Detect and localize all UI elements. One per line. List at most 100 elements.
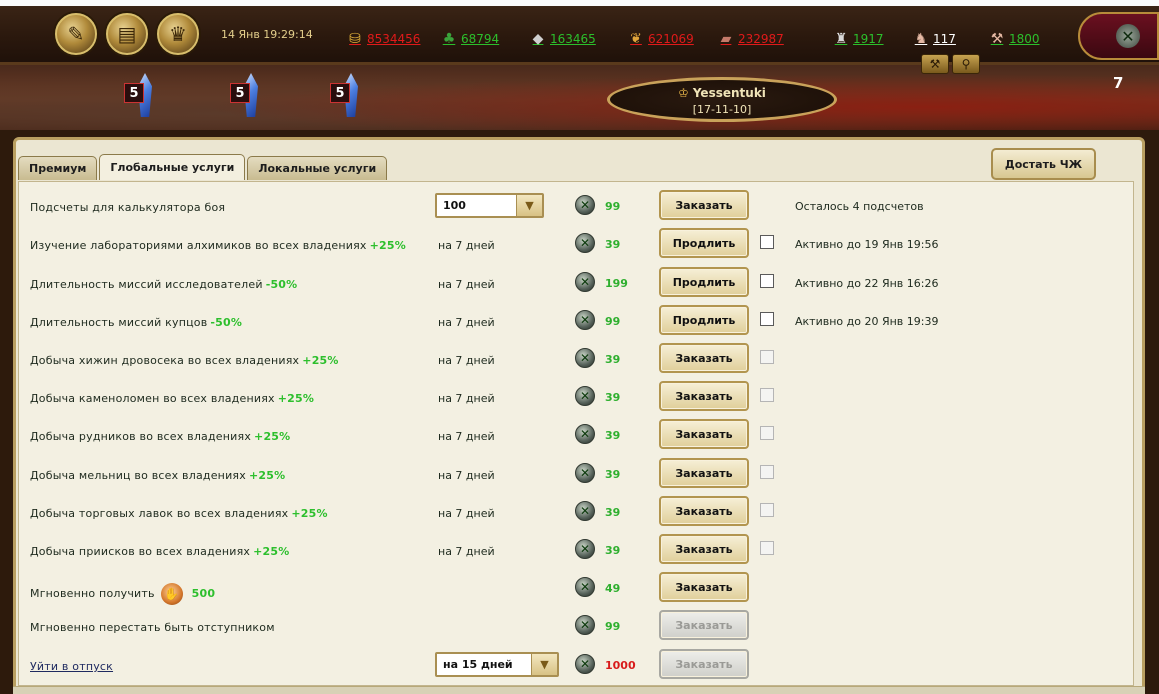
auto-renew-checkbox <box>760 465 774 479</box>
service-name: Добыча хижин дровосека во всех владениях <box>30 354 300 367</box>
service-cost: 39 <box>605 544 621 557</box>
extend-button[interactable]: Продлить <box>659 305 749 335</box>
hammer-button[interactable]: ⚒ <box>921 54 949 74</box>
auto-renew-checkbox[interactable] <box>760 312 774 326</box>
service-row: Добыча каменоломен во всех владениях +25%… <box>0 376 1159 414</box>
gem-icon: ✕ <box>575 501 595 521</box>
service-cost: 99 <box>605 315 621 328</box>
service-label: Длительность миссий купцов -50% <box>30 316 242 329</box>
auto-renew-checkbox <box>760 388 774 402</box>
order-button[interactable]: Заказать <box>659 534 749 564</box>
service-cost: 49 <box>605 582 621 595</box>
realm-coords: [17-11-10] <box>692 103 752 116</box>
tool-buttons: ⚒ ⚲ <box>921 54 980 74</box>
service-row: Уйти в отпуск на 15 дней ▼ ✕ 1000 Заказать <box>0 644 1159 682</box>
server-datetime: 14 Янв 19:29:14 <box>221 28 313 41</box>
quill-menu-button[interactable]: ✎ <box>55 13 97 55</box>
service-row: Изучение лабораториями алхимиков во всех… <box>0 223 1159 261</box>
order-button[interactable]: Заказать <box>659 419 749 449</box>
trophy-menu-button[interactable]: ♛ <box>157 13 199 55</box>
resource-grain[interactable]: ❦ 621069 <box>627 30 694 48</box>
service-name: Изучение лабораториями алхимиков во всех… <box>30 239 367 252</box>
auto-renew-checkbox <box>760 503 774 517</box>
resource-workers[interactable]: ⚒ 1800 <box>988 30 1040 48</box>
service-name: Мгновенно получить <box>30 587 155 600</box>
order-button[interactable]: Заказать <box>659 458 749 488</box>
realm-scene: 5 5 5 <box>0 65 1159 135</box>
order-button: Заказать <box>659 610 749 640</box>
service-period: на 7 дней <box>438 469 495 482</box>
service-name: Длительность миссий купцов <box>30 316 208 329</box>
chevron-down-icon[interactable]: ▼ <box>516 195 542 216</box>
scroll-icon: ▤ <box>117 22 137 46</box>
auto-renew-checkbox[interactable] <box>760 274 774 288</box>
service-bonus: -50% <box>265 278 298 291</box>
service-status: Активно до 22 Янв 16:26 <box>795 277 939 290</box>
service-label: Добыча каменоломен во всех владениях +25% <box>30 392 314 405</box>
gold-hand-icon: ✋ <box>160 583 183 605</box>
order-button[interactable]: Заказать <box>659 190 749 220</box>
service-row: Мгновенно перестать быть отступником ✕ 99 З… <box>0 605 1159 643</box>
resource-heroes[interactable]: ♞ 117 <box>912 30 956 48</box>
shovel-icon: ⚲ <box>961 57 971 71</box>
resource-gold[interactable]: ⛁ 8534456 <box>346 30 420 48</box>
service-bonus: +25% <box>253 545 290 558</box>
soldiers-icon: ♜ <box>834 31 848 47</box>
realm-plaque[interactable]: ♔ Yessentuki [17-11-10] <box>607 77 837 122</box>
order-button: Заказать <box>659 649 749 679</box>
crystal-slot-2[interactable]: 5 <box>224 67 264 123</box>
auto-renew-checkbox <box>760 426 774 440</box>
service-label: Изучение лабораториями алхимиков во всех… <box>30 239 406 252</box>
gem-icon: ✕ <box>575 654 595 674</box>
trophy-icon: ♛ <box>169 22 187 46</box>
get-chj-button[interactable]: Достать ЧЖ <box>991 148 1096 180</box>
resource-wood[interactable]: ♣ 68794 <box>440 30 499 48</box>
order-button[interactable]: Заказать <box>659 343 749 373</box>
crystal-slot-1[interactable]: 5 <box>118 67 158 123</box>
service-status: Активно до 19 Янв 19:56 <box>795 238 939 251</box>
service-row: Добыча хижин дровосека во всех владениях… <box>0 338 1159 376</box>
hammer-icon: ⚒ <box>929 57 941 71</box>
tab-premium[interactable]: Премиум <box>18 156 98 180</box>
service-period: на 7 дней <box>438 392 495 405</box>
service-name: Уйти в отпуск <box>30 660 114 673</box>
resource-stone[interactable]: ◆ 163465 <box>529 30 596 48</box>
resource-iron[interactable]: ▰ 232987 <box>717 30 784 48</box>
amount-select[interactable]: на 15 дней ▼ <box>435 652 559 677</box>
service-status: Осталось 4 подсчетов <box>795 200 924 213</box>
order-button[interactable]: Заказать <box>659 572 749 602</box>
service-row: Добыча мельниц во всех владениях +25% на 7… <box>0 453 1159 491</box>
resource-army[interactable]: ♜ 1917 <box>832 30 884 48</box>
extend-button[interactable]: Продлить <box>659 267 749 297</box>
quill-icon: ✎ <box>67 22 85 46</box>
tab-global-services[interactable]: Глобальные услуги <box>99 154 246 180</box>
tab-local-services[interactable]: Локальные услуги <box>247 156 388 180</box>
vacation-link[interactable]: Уйти в отпуск <box>30 660 113 673</box>
amount-select[interactable]: 100 ▼ <box>435 193 544 218</box>
service-row: Добыча приисков во всех владениях +25% на … <box>0 529 1159 567</box>
chevron-down-icon[interactable]: ▼ <box>531 654 557 675</box>
crystal-slot-3[interactable]: 5 <box>324 67 364 123</box>
shovel-button[interactable]: ⚲ <box>952 54 980 74</box>
scroll-menu-button[interactable]: ▤ <box>106 13 148 55</box>
service-period: на 7 дней <box>438 430 495 443</box>
service-name: Добыча каменоломен во всех владениях <box>30 392 275 405</box>
service-label: Добыча торговых лавок во всех владениях +… <box>30 507 328 520</box>
service-label: Длительность миссий исследователей -50% <box>30 278 297 291</box>
order-button[interactable]: Заказать <box>659 496 749 526</box>
order-button[interactable]: Заказать <box>659 381 749 411</box>
auto-renew-checkbox[interactable] <box>760 235 774 249</box>
premium-emblem[interactable]: ✕ <box>1078 12 1159 60</box>
service-period: на 7 дней <box>438 316 495 329</box>
gem-icon: ✕ <box>575 272 595 292</box>
tab-bar: Премиум Глобальные услуги Локальные услу… <box>18 154 388 180</box>
iron-icon: ▰ <box>720 31 732 47</box>
service-cost: 1000 <box>605 659 636 672</box>
service-bonus: 500 <box>191 587 216 600</box>
select-value: 100 <box>443 199 466 212</box>
service-cost: 39 <box>605 238 621 251</box>
service-row: Мгновенно получить ✋ 500 ✕ 49 Заказать <box>0 567 1159 605</box>
service-label: Добыча мельниц во всех владениях +25% <box>30 469 285 482</box>
service-cost: 99 <box>605 200 621 213</box>
extend-button[interactable]: Продлить <box>659 228 749 258</box>
